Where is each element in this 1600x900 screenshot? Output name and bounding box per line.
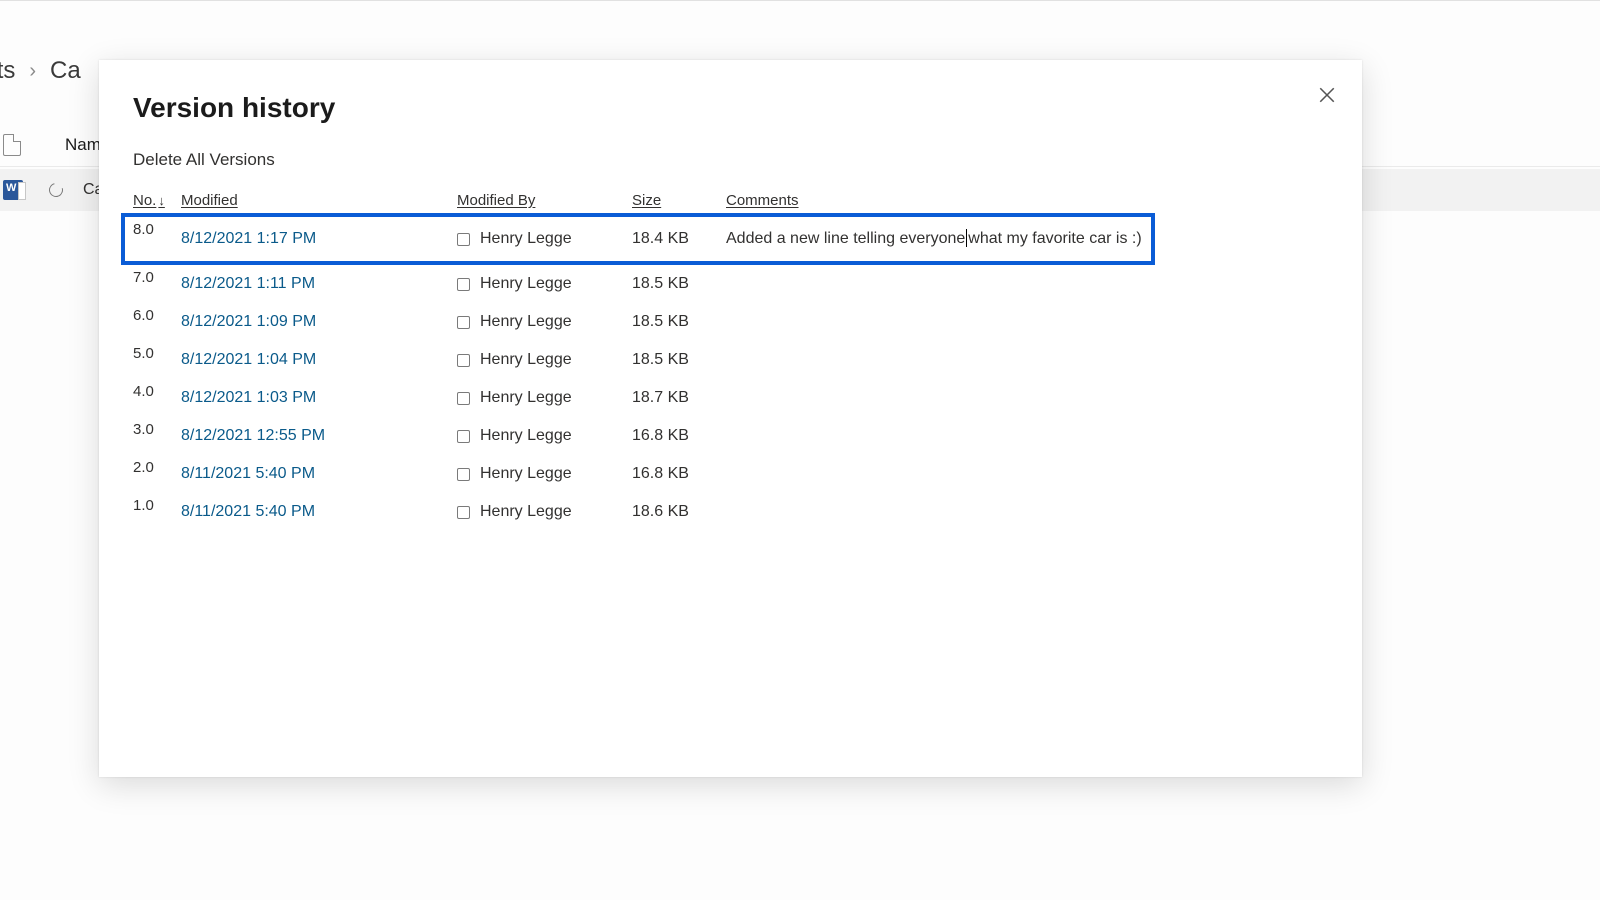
presence-icon <box>457 278 470 291</box>
modified-by-name: Henry Legge <box>480 313 572 331</box>
modified-by-name: Henry Legge <box>480 351 572 369</box>
version-number: 2.0 <box>133 459 181 476</box>
version-size: 18.6 KB <box>632 503 726 521</box>
breadcrumb-current[interactable]: Ca <box>50 57 81 85</box>
version-number: 4.0 <box>133 383 181 400</box>
version-row[interactable]: 2.08/11/2021 5:40 PM Henry Legge 16.8 KB <box>133 455 1328 493</box>
version-comment: Added a new line telling everyonewhat my… <box>726 230 1151 248</box>
version-row[interactable]: 7.08/12/2021 1:11 PM Henry Legge 18.5 KB <box>133 265 1328 303</box>
version-modified-by[interactable]: Henry Legge <box>457 427 632 445</box>
version-modified-link[interactable]: 8/12/2021 12:55 PM <box>181 427 457 445</box>
version-modified-by[interactable]: Henry Legge <box>457 275 632 293</box>
version-modified-link[interactable]: 8/11/2021 5:40 PM <box>181 503 457 521</box>
version-modified-link[interactable]: 8/12/2021 1:11 PM <box>181 275 457 293</box>
version-table: No. ↓ Modified Modified By Size Comments… <box>133 188 1328 531</box>
version-row[interactable]: 8.08/12/2021 1:17 PM Henry Legge 18.4 KBAd… <box>125 217 1151 261</box>
version-modified-by[interactable]: Henry Legge <box>457 313 632 331</box>
presence-icon <box>457 316 470 329</box>
presence-icon <box>457 354 470 367</box>
modified-by-name: Henry Legge <box>480 275 572 293</box>
text-cursor-icon <box>966 229 967 247</box>
version-number: 1.0 <box>133 497 181 514</box>
dialog-title: Version history <box>133 92 1328 124</box>
version-size: 18.4 KB <box>632 230 726 248</box>
version-number: 6.0 <box>133 307 181 324</box>
version-number: 8.0 <box>133 221 181 238</box>
version-size: 16.8 KB <box>632 427 726 445</box>
close-button[interactable] <box>1310 78 1344 112</box>
column-header-size[interactable]: Size <box>632 188 726 215</box>
modified-by-name: Henry Legge <box>480 427 572 445</box>
sync-icon <box>46 180 65 199</box>
close-icon <box>1318 86 1336 104</box>
version-modified-link[interactable]: 8/12/2021 1:09 PM <box>181 313 457 331</box>
modified-by-name: Henry Legge <box>480 389 572 407</box>
modified-by-name: Henry Legge <box>480 503 572 521</box>
presence-icon <box>457 392 470 405</box>
delete-all-versions-link[interactable]: Delete All Versions <box>133 150 275 170</box>
version-modified-link[interactable]: 8/11/2021 5:40 PM <box>181 465 457 483</box>
version-modified-by[interactable]: Henry Legge <box>457 503 632 521</box>
version-size: 18.7 KB <box>632 389 726 407</box>
column-header-comments[interactable]: Comments <box>726 188 1328 215</box>
version-size: 16.8 KB <box>632 465 726 483</box>
version-size: 18.5 KB <box>632 351 726 369</box>
breadcrumb[interactable]: ents › Ca <box>0 57 81 85</box>
presence-icon <box>457 468 470 481</box>
version-modified-by[interactable]: Henry Legge <box>457 465 632 483</box>
column-header-modified-by[interactable]: Modified By <box>457 188 632 215</box>
version-modified-link[interactable]: 8/12/2021 1:17 PM <box>181 230 457 248</box>
modified-by-name: Henry Legge <box>480 465 572 483</box>
version-history-dialog: Version history Delete All Versions No. … <box>99 60 1362 777</box>
sort-descending-icon: ↓ <box>158 193 165 208</box>
column-header-no-label: No. <box>133 192 156 209</box>
version-modified-by[interactable]: Henry Legge <box>457 351 632 369</box>
version-modified-link[interactable]: 8/12/2021 1:04 PM <box>181 351 457 369</box>
version-row[interactable]: 5.08/12/2021 1:04 PM Henry Legge 18.5 KB <box>133 341 1328 379</box>
version-modified-by[interactable]: Henry Legge <box>457 230 632 248</box>
version-modified-link[interactable]: 8/12/2021 1:03 PM <box>181 389 457 407</box>
column-header-no[interactable]: No. ↓ <box>133 188 181 215</box>
chevron-right-icon: › <box>29 60 36 83</box>
version-row[interactable]: 4.08/12/2021 1:03 PM Henry Legge 18.7 KB <box>133 379 1328 417</box>
modified-by-name: Henry Legge <box>480 230 572 248</box>
column-header-modified[interactable]: Modified <box>181 188 457 215</box>
version-row[interactable]: 3.08/12/2021 12:55 PM Henry Legge 16.8 KB <box>133 417 1328 455</box>
version-size: 18.5 KB <box>632 275 726 293</box>
document-type-icon <box>3 134 21 156</box>
version-table-header: No. ↓ Modified Modified By Size Comments <box>133 188 1328 215</box>
version-row[interactable]: 6.08/12/2021 1:09 PM Henry Legge 18.5 KB <box>133 303 1328 341</box>
version-number: 7.0 <box>133 269 181 286</box>
presence-icon <box>457 430 470 443</box>
version-table-body: 8.08/12/2021 1:17 PM Henry Legge 18.4 KBAd… <box>133 217 1328 531</box>
version-number: 5.0 <box>133 345 181 362</box>
presence-icon <box>457 506 470 519</box>
breadcrumb-prev[interactable]: ents <box>0 57 15 85</box>
version-size: 18.5 KB <box>632 313 726 331</box>
version-modified-by[interactable]: Henry Legge <box>457 389 632 407</box>
presence-icon <box>457 233 470 246</box>
word-document-icon <box>3 180 23 200</box>
version-row[interactable]: 1.08/11/2021 5:40 PM Henry Legge 18.6 KB <box>133 493 1328 531</box>
version-number: 3.0 <box>133 421 181 438</box>
